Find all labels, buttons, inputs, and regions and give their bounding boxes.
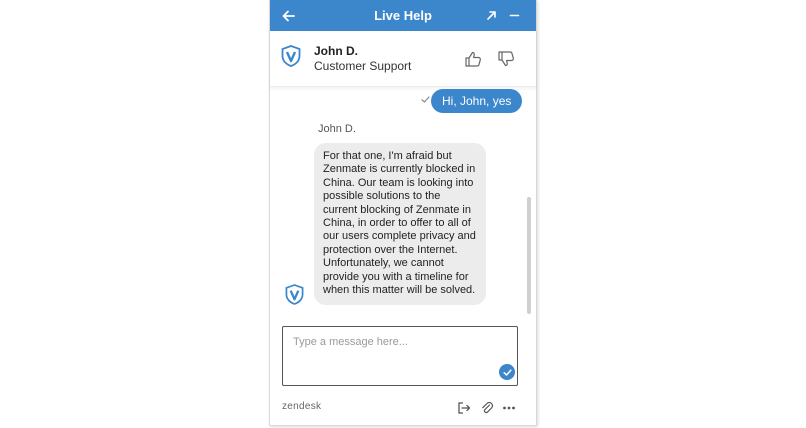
check-send-icon (502, 368, 512, 376)
zendesk-brand: zendesk (282, 401, 322, 412)
transcript-exit-button[interactable] (457, 401, 471, 415)
chat-widget: Live Help John D. Customer Support Hi, J… (269, 0, 537, 426)
widget-footer: zendesk (270, 396, 536, 420)
minimize-button[interactable] (501, 0, 527, 31)
thumbs-up-icon[interactable] (464, 50, 482, 68)
check-icon (421, 96, 430, 103)
chat-scrollbar[interactable] (527, 197, 531, 314)
send-button[interactable] (499, 364, 515, 380)
message-input[interactable] (283, 327, 517, 385)
popout-arrow-icon (486, 11, 496, 20)
widget-header: Live Help (270, 0, 536, 31)
transcript-exit-icon (458, 402, 471, 414)
more-options-button[interactable] (502, 401, 516, 415)
agent-name: John D. (314, 44, 358, 58)
message-input-box (282, 326, 518, 386)
paperclip-icon (482, 401, 494, 414)
minimize-icon (509, 14, 519, 17)
chat-log[interactable]: Hi, John, yes John D. For that one, I'm … (270, 87, 536, 317)
thumbs-down-icon[interactable] (497, 50, 515, 68)
shield-v-logo (281, 45, 301, 67)
agent-info-bar: John D. Customer Support (270, 31, 536, 87)
agent-role: Customer Support (314, 59, 412, 73)
attach-file-button[interactable] (480, 401, 494, 415)
agent-message-sender: John D. (318, 123, 356, 135)
visitor-message-bubble: Hi, John, yes (431, 89, 523, 113)
more-icon (503, 406, 515, 410)
agent-message-bubble: For that one, I'm afraid but Zenmate is … (314, 143, 486, 305)
agent-avatar-logo (285, 284, 304, 305)
